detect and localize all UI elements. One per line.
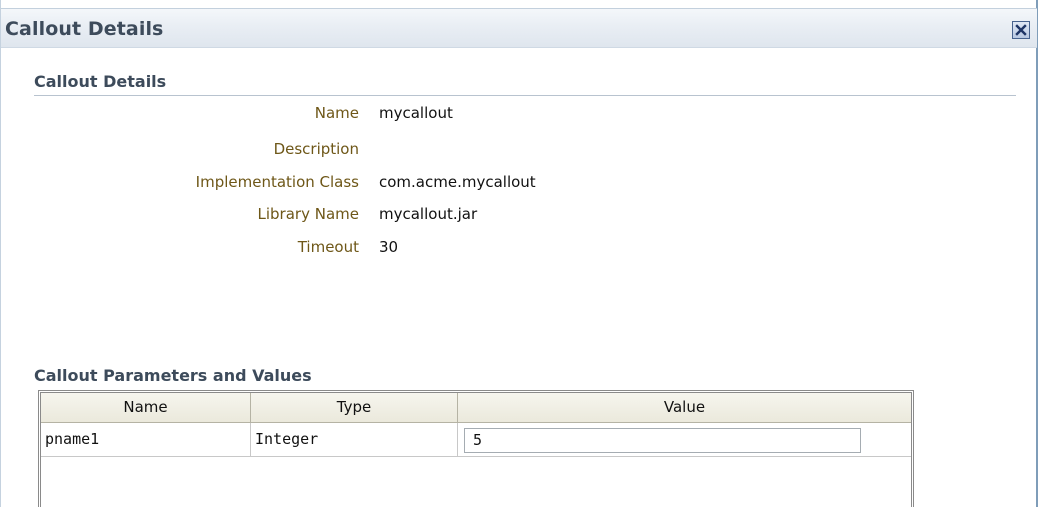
close-button[interactable] bbox=[1012, 21, 1030, 39]
description-label: Description bbox=[273, 140, 359, 158]
parameters-section-title: Callout Parameters and Values bbox=[34, 366, 312, 385]
param-name-cell: pname1 bbox=[41, 423, 251, 456]
field-row-description: Description bbox=[34, 140, 734, 162]
section-divider bbox=[34, 95, 1016, 96]
implementation-class-label: Implementation Class bbox=[195, 173, 359, 191]
dialog-title: Callout Details bbox=[5, 18, 164, 40]
implementation-class-value: com.acme.mycallout bbox=[379, 173, 536, 191]
library-name-label: Library Name bbox=[257, 205, 359, 223]
field-row-name: Name mycallout bbox=[34, 104, 734, 126]
field-row-library-name: Library Name mycallout.jar bbox=[34, 205, 734, 227]
field-row-timeout: Timeout 30 bbox=[34, 238, 734, 260]
timeout-value: 30 bbox=[379, 238, 399, 256]
table-header: Name Type Value bbox=[41, 393, 911, 423]
column-header-value[interactable]: Value bbox=[458, 393, 911, 423]
callout-details-dialog: Callout Details Callout Details Name myc… bbox=[0, 0, 1038, 507]
column-header-type[interactable]: Type bbox=[251, 393, 458, 423]
param-value-input[interactable]: 5 bbox=[464, 428, 861, 453]
timeout-label: Timeout bbox=[297, 238, 359, 256]
name-label: Name bbox=[314, 104, 359, 122]
param-type-cell: Integer bbox=[251, 423, 458, 456]
column-header-name[interactable]: Name bbox=[41, 393, 251, 423]
details-section-title: Callout Details bbox=[34, 72, 167, 91]
name-value: mycallout bbox=[379, 104, 453, 122]
library-name-value: mycallout.jar bbox=[379, 205, 478, 223]
field-row-implementation-class: Implementation Class com.acme.mycallout bbox=[34, 173, 734, 195]
close-icon bbox=[1015, 24, 1027, 36]
table-row[interactable]: pname1 Integer 5 bbox=[41, 423, 911, 457]
dialog-titlebar: Callout Details bbox=[1, 8, 1037, 48]
parameters-table: Name Type Value pname1 Integer 5 bbox=[38, 390, 914, 507]
